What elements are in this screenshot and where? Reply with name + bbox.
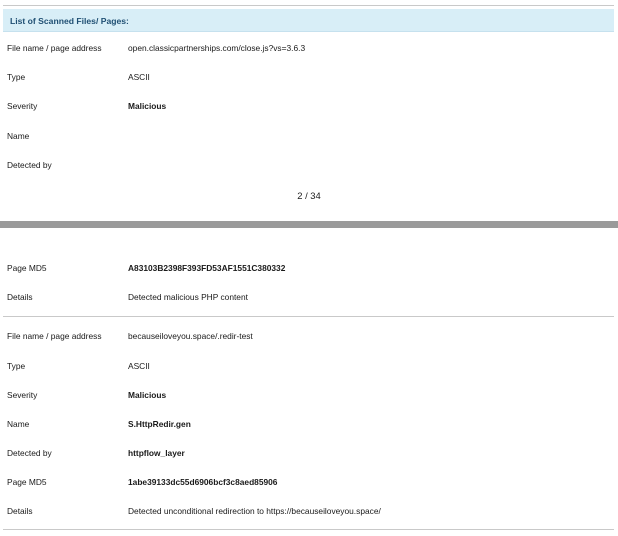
entry1-details-row: Details Detected malicious PHP content <box>0 292 618 304</box>
details-label: Details <box>7 506 33 516</box>
file-label: File name / page address <box>7 331 102 341</box>
bottom-divider <box>3 529 614 530</box>
md5-value: 1abe39133dc55d6906bcf3c8aed85906 <box>128 477 278 487</box>
type-label: Type <box>7 361 26 371</box>
entry2-md5-row: Page MD5 1abe39133dc55d6906bcf3c8aed8590… <box>0 477 618 489</box>
name-label: Name <box>7 131 30 141</box>
file-value: becauseiloveyou.space/.redir-test <box>128 331 253 341</box>
details-value: Detected malicious PHP content <box>128 292 248 302</box>
detected-by-value: httpflow_layer <box>128 448 185 458</box>
section-header: List of Scanned Files/ Pages: <box>3 9 614 32</box>
md5-value: A83103B2398F393FD53AF1551C380332 <box>128 263 286 273</box>
entry1-name-row: Name <box>0 131 618 143</box>
entry-divider <box>3 316 614 317</box>
type-label: Type <box>7 72 26 82</box>
entry2-type-row: Type ASCII <box>0 361 618 373</box>
name-value: S.HttpRedir.gen <box>128 419 191 429</box>
entry1-detected-by-row: Detected by <box>0 160 618 172</box>
details-label: Details <box>7 292 33 302</box>
detected-by-label: Detected by <box>7 160 52 170</box>
type-value: ASCII <box>128 72 150 82</box>
section-title: List of Scanned Files/ Pages: <box>10 16 129 26</box>
details-value: Detected unconditional redirection to ht… <box>128 506 381 516</box>
severity-label: Severity <box>7 390 38 400</box>
top-divider <box>3 5 614 6</box>
detected-by-label: Detected by <box>7 448 52 458</box>
entry1-severity-row: Severity Malicious <box>0 101 618 113</box>
entry2-severity-row: Severity Malicious <box>0 390 618 402</box>
md5-label: Page MD5 <box>7 477 47 487</box>
entry2-file-row: File name / page address becauseiloveyou… <box>0 331 618 343</box>
entry2-detected-by-row: Detected by httpflow_layer <box>0 448 618 460</box>
file-label: File name / page address <box>7 43 102 53</box>
entry1-md5-row: Page MD5 A83103B2398F393FD53AF1551C38033… <box>0 263 618 275</box>
file-value: open.classicpartnerships.com/close.js?vs… <box>128 43 306 53</box>
severity-value: Malicious <box>128 101 167 111</box>
entry2-name-row: Name S.HttpRedir.gen <box>0 419 618 431</box>
type-value: ASCII <box>128 361 150 371</box>
page-break <box>0 221 618 228</box>
page-number: 2 / 34 <box>297 190 321 201</box>
entry1-file-row: File name / page address open.classicpar… <box>0 43 618 55</box>
severity-value: Malicious <box>128 390 167 400</box>
entry2-details-row: Details Detected unconditional redirecti… <box>0 506 618 518</box>
severity-label: Severity <box>7 101 38 111</box>
md5-label: Page MD5 <box>7 263 47 273</box>
entry1-type-row: Type ASCII <box>0 72 618 84</box>
name-label: Name <box>7 419 30 429</box>
